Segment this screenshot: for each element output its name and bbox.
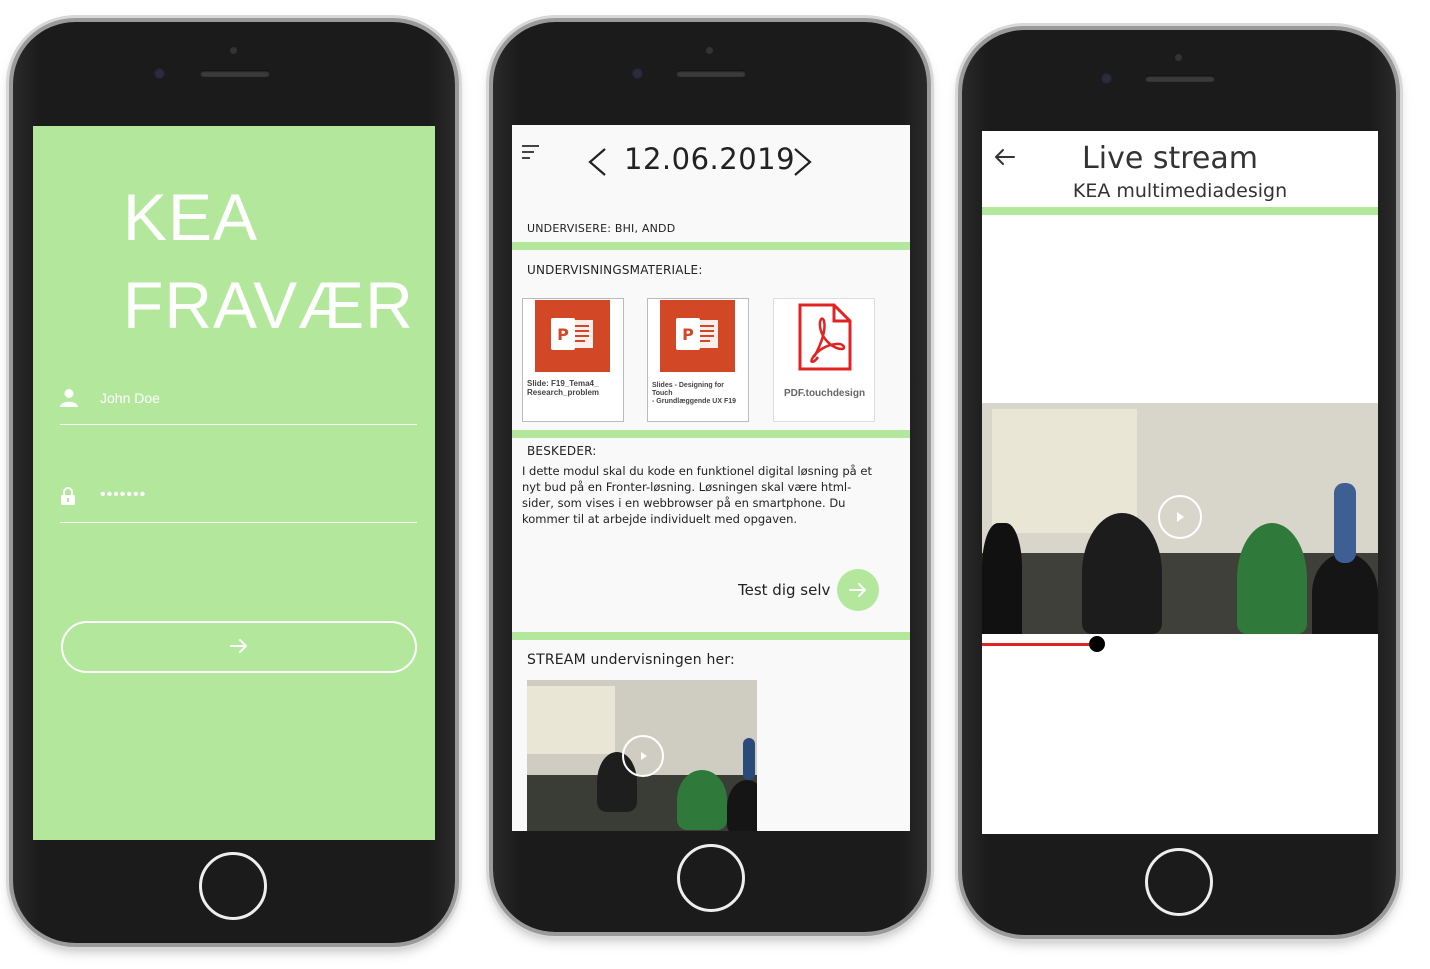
video-progress-track[interactable]: [982, 636, 1378, 652]
stream-video-thumbnail[interactable]: [527, 680, 757, 831]
materials-label: UNDERVISNINGSMATERIALE:: [527, 263, 703, 277]
username-field[interactable]: John Doe: [60, 384, 417, 425]
earpiece-speaker: [200, 70, 270, 77]
proximity-sensor: [1175, 54, 1182, 61]
divider: [512, 242, 910, 250]
stream-title: Live stream: [1082, 141, 1258, 176]
lesson-screen: 12.06.2019 UNDERVISERE: BHI, ANDD UNDERV…: [512, 125, 910, 831]
material-item[interactable]: P Slide: F19_Tema4_ Research_problem: [522, 298, 624, 422]
material-caption: Slide: F19_Tema4_ Research_problem: [527, 379, 600, 397]
pdf-icon: [794, 303, 854, 375]
presenter: [743, 738, 755, 780]
material-item[interactable]: PDF.touchdesign: [773, 298, 875, 422]
audience-person: [1082, 513, 1162, 634]
chevron-right-icon[interactable]: [792, 147, 814, 181]
arrow-right-icon: [848, 581, 868, 603]
front-camera: [153, 67, 166, 80]
powerpoint-icon: P: [535, 300, 610, 372]
audience-person: [677, 770, 727, 830]
earpiece-speaker: [676, 70, 746, 77]
divider: [512, 632, 910, 640]
hamburger-menu-icon[interactable]: [522, 144, 540, 164]
earpiece-speaker: [1145, 75, 1215, 82]
home-button[interactable]: [1145, 848, 1213, 916]
username-value: John Doe: [100, 390, 160, 406]
lesson-date: 12.06.2019: [624, 142, 796, 176]
test-yourself-label: Test dig selv: [738, 581, 831, 599]
lock-icon: [60, 486, 76, 510]
front-camera: [1100, 72, 1113, 85]
teachers-label: UNDERVISERE: BHI, ANDD: [527, 222, 676, 235]
password-value: •••••••: [100, 486, 147, 503]
audience-person: [982, 523, 1022, 634]
presenter: [1334, 483, 1356, 563]
messages-label: BESKEDER:: [527, 444, 597, 458]
login-submit-button[interactable]: [61, 621, 417, 673]
user-icon: [60, 388, 78, 412]
live-video-player[interactable]: [982, 403, 1378, 634]
material-item[interactable]: P Slides - Designing for Touch - Grundlæ…: [647, 298, 749, 422]
app-title-line2: FRAVÆR: [123, 268, 414, 342]
stream-label: STREAM undervisningen her:: [527, 652, 735, 668]
login-screen: KEA FRAVÆR John Doe •••••••: [33, 126, 435, 840]
home-button[interactable]: [677, 844, 745, 912]
chevron-left-icon[interactable]: [586, 147, 608, 181]
svg-text:P: P: [682, 325, 694, 344]
password-field[interactable]: •••••••: [60, 482, 417, 523]
play-icon[interactable]: [622, 735, 664, 777]
material-caption: PDF.touchdesign: [783, 388, 866, 399]
material-caption: Slides - Designing for Touch - Grundlægg…: [652, 382, 737, 405]
app-title-line1: KEA: [123, 180, 259, 254]
audience-person: [727, 780, 757, 831]
home-button[interactable]: [199, 852, 267, 920]
message-text: I dette modul skal du kode en funktionel…: [522, 464, 872, 526]
divider: [512, 430, 910, 438]
arrow-right-icon: [229, 637, 249, 659]
video-progress-fill: [982, 643, 1097, 646]
play-icon[interactable]: [1158, 495, 1202, 539]
stream-screen: Live stream KEA multimediadesign: [982, 131, 1378, 834]
test-yourself-button[interactable]: [837, 569, 879, 611]
phone-stream: Live stream KEA multimediadesign: [962, 30, 1396, 935]
svg-text:P: P: [557, 325, 569, 344]
proximity-sensor: [230, 47, 237, 54]
stream-subtitle: KEA multimediadesign: [1072, 180, 1288, 202]
phone-login: KEA FRAVÆR John Doe •••••••: [13, 22, 455, 943]
audience-person: [1312, 553, 1378, 634]
video-progress-knob[interactable]: [1088, 636, 1105, 652]
header-divider: [982, 207, 1378, 215]
audience-person: [1237, 523, 1307, 634]
proximity-sensor: [706, 47, 713, 54]
powerpoint-icon: P: [660, 300, 735, 372]
front-camera: [631, 67, 644, 80]
phone-lesson: 12.06.2019 UNDERVISERE: BHI, ANDD UNDERV…: [493, 22, 927, 932]
projection-screen: [527, 686, 615, 754]
